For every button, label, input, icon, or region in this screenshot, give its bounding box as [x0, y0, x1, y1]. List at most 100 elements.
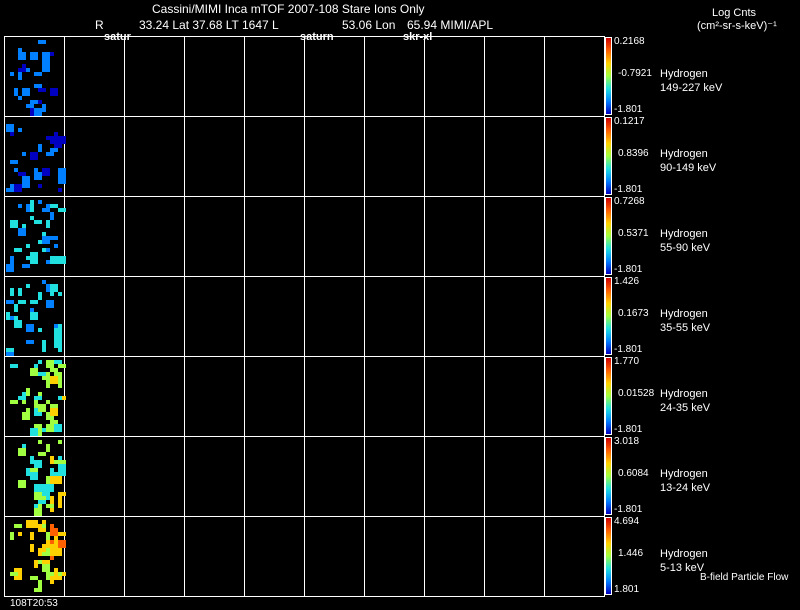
grid-line-vertical — [304, 36, 305, 596]
data-cell — [46, 220, 50, 228]
data-cell — [50, 456, 54, 464]
data-cell — [54, 332, 62, 340]
grid-line-vertical — [244, 36, 245, 596]
data-cell — [22, 264, 30, 268]
colorbar — [605, 117, 612, 195]
grid-line-horizontal — [4, 596, 605, 597]
data-cell — [58, 396, 62, 400]
colorbar-mid-label: 0.01528 — [618, 388, 655, 399]
data-cell — [54, 340, 62, 348]
data-cell — [38, 200, 42, 204]
species-label: Hydrogen — [660, 68, 708, 80]
data-cell — [58, 460, 66, 464]
overlay-label-1: satur — [104, 31, 131, 43]
data-cell — [58, 440, 62, 444]
data-cell — [58, 188, 62, 192]
data-cell — [34, 484, 42, 488]
data-cell — [50, 236, 58, 240]
data-cell — [18, 448, 26, 456]
data-cell — [14, 168, 18, 172]
data-cell — [54, 360, 62, 364]
data-cell — [46, 136, 50, 140]
overlay-label-3: skr-xl — [403, 31, 433, 43]
data-cell — [30, 208, 34, 212]
data-cell — [38, 184, 42, 188]
data-cell — [34, 492, 42, 500]
data-cell — [50, 576, 54, 584]
data-cell — [42, 52, 50, 60]
data-cell — [30, 544, 34, 552]
data-cell — [10, 572, 18, 576]
data-cell — [38, 392, 42, 396]
colorbar-max-label: 0.1217 — [614, 116, 645, 127]
data-cell — [34, 172, 42, 180]
data-cell — [22, 152, 26, 156]
colorbar-mid-label: -0.7921 — [618, 68, 652, 79]
data-cell — [30, 428, 38, 436]
grid-line-vertical — [364, 36, 365, 596]
data-cell — [50, 212, 54, 220]
data-cell — [38, 528, 46, 532]
data-cell — [46, 360, 54, 368]
data-cell — [26, 204, 30, 212]
data-cell — [50, 136, 58, 144]
data-cell — [54, 568, 58, 576]
data-cell — [50, 548, 54, 556]
data-cell — [26, 340, 34, 344]
data-cell — [58, 496, 62, 500]
data-cell — [14, 524, 22, 528]
species-label: Hydrogen — [660, 388, 708, 400]
data-cell — [46, 152, 54, 156]
data-cell — [34, 220, 42, 224]
data-cell — [14, 88, 18, 96]
data-cell — [38, 372, 46, 376]
data-cell — [18, 228, 26, 236]
units-line-2: (cm²-sr-s-keV)⁻¹ — [697, 20, 777, 32]
colorbar — [605, 437, 612, 515]
colorbar-max-label: 4.694 — [614, 516, 640, 527]
data-cell — [46, 64, 50, 72]
data-cell — [34, 72, 42, 76]
data-cell — [50, 52, 54, 56]
data-cell — [50, 468, 54, 476]
data-cell — [10, 316, 14, 320]
energy-label: 149-227 keV — [660, 82, 723, 94]
data-cell — [18, 96, 22, 100]
colorbar — [605, 277, 612, 355]
data-cell — [50, 88, 58, 96]
grid-line-vertical — [4, 36, 5, 596]
grid-line-vertical — [184, 36, 185, 596]
data-cell — [38, 360, 42, 364]
data-cell — [42, 168, 50, 176]
data-cell — [18, 396, 26, 400]
colorbar-max-label: 1.770 — [614, 356, 640, 367]
data-cell — [18, 204, 22, 208]
data-cell — [58, 476, 62, 484]
data-cell — [58, 532, 62, 536]
colorbar-mid-label: 0.1673 — [618, 308, 649, 319]
data-cell — [42, 564, 50, 572]
data-cell — [34, 108, 42, 116]
units-line-1: Log Cnts — [712, 7, 757, 19]
data-cell — [58, 168, 66, 176]
data-cell — [54, 328, 62, 332]
energy-label: 24-35 keV — [660, 402, 711, 414]
data-cell — [54, 424, 62, 432]
data-cell — [26, 284, 30, 288]
data-cell — [10, 364, 18, 368]
colorbar-mid-label: 1.446 — [618, 548, 644, 559]
data-cell — [10, 288, 14, 296]
energy-label: 55-90 keV — [660, 242, 711, 254]
data-cell — [46, 424, 54, 432]
data-cell — [46, 484, 54, 492]
data-cell — [22, 184, 30, 188]
data-cell — [22, 444, 26, 448]
data-cell — [58, 500, 62, 508]
data-cell — [30, 576, 38, 580]
data-cell — [38, 144, 42, 152]
data-cell — [6, 264, 10, 268]
data-cell — [58, 540, 66, 548]
data-cell — [50, 496, 54, 504]
data-cell — [10, 72, 14, 76]
grid-line-vertical — [124, 36, 125, 596]
